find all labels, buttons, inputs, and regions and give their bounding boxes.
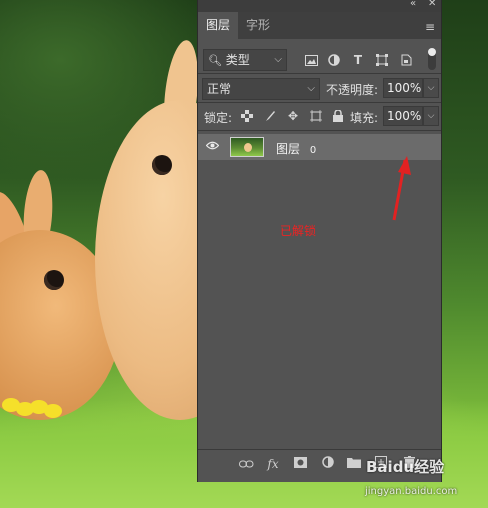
rabbit-eye: [152, 155, 172, 175]
watermark-url: jingyan.baidu.com: [365, 486, 458, 497]
new-group-icon[interactable]: [346, 456, 362, 472]
new-adjustment-layer-icon[interactable]: [320, 456, 336, 472]
annotation-label: 已解锁: [280, 224, 317, 238]
flower: [44, 404, 62, 418]
fx-icon[interactable]: fx: [265, 456, 281, 472]
layers-panel: « ✕ 图层 字形 ≡ 🔍︎ 类型 ⌵ T 正常 ⌵ 不透明度: 100% ⌵ …: [197, 0, 442, 482]
link-layers-icon[interactable]: [238, 456, 254, 472]
watermark-logo: Baidu经验: [366, 458, 445, 476]
annotation-arrow: [392, 156, 411, 221]
add-mask-icon[interactable]: [292, 456, 308, 472]
rabbit-eye: [44, 270, 64, 290]
